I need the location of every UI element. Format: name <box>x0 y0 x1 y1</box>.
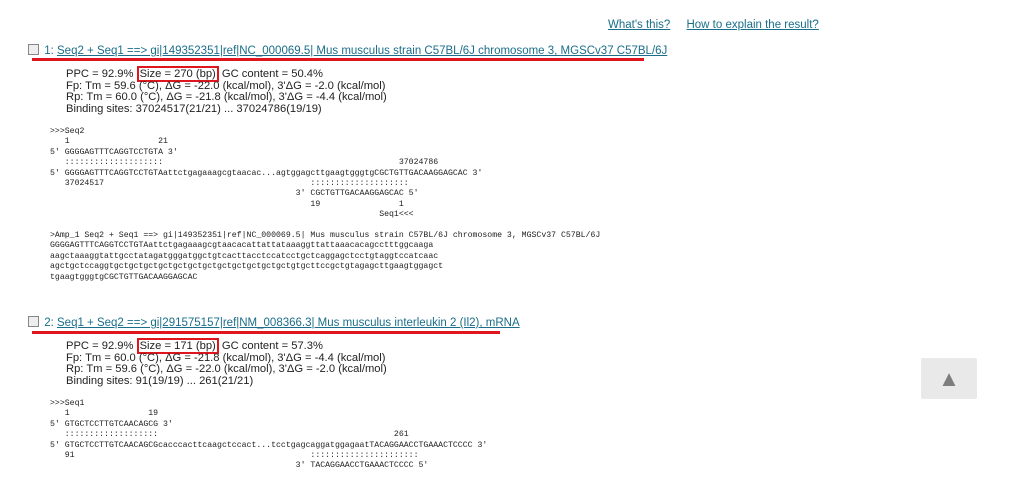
result-1-highlight-underline <box>32 58 644 61</box>
result-2-alignment: >>>Seq1 1 19 5' GTGCTCCTTGTCAACAGCG 3' :… <box>50 399 488 471</box>
result-2-rp: Rp: Tm = 59.6 (°C), ΔG = -22.0 (kcal/mol… <box>66 363 387 375</box>
result-2-summary-line: PPC = 92.9% Size = 171 (bp) GC content =… <box>66 338 520 354</box>
result-2-ppc: PPC = 92.9% <box>66 340 134 352</box>
result-1-number: 1: <box>44 45 54 57</box>
result-2-gc: GC content = 57.3% <box>221 340 323 352</box>
result-2-stats: PPC = 92.9% Size = 171 (bp) GC content =… <box>66 338 520 387</box>
result-2: 2: Seq1 + Seq2 ==> gi|291575157|ref|NM_0… <box>28 316 520 472</box>
result-1-ppc: PPC = 92.9% <box>66 68 134 80</box>
result-1-rp: Rp: Tm = 60.0 (°C), ΔG = -21.8 (kcal/mol… <box>66 91 387 103</box>
result-1-gc: GC content = 50.4% <box>221 68 323 80</box>
result-1-alignment: >>>Seq2 1 21 5' GGGGAGTTTCAGGTCCTGTA 3' … <box>50 127 601 282</box>
up-arrow-icon: ▲ <box>938 365 960 391</box>
result-2-header: 2: Seq1 + Seq2 ==> gi|291575157|ref|NM_0… <box>28 316 520 334</box>
result-2-title-link[interactable]: Seq1 + Seq2 ==> gi|291575157|ref|NM_0083… <box>57 317 520 329</box>
result-2-checkbox[interactable] <box>28 316 39 327</box>
result-1-stats: PPC = 92.9% Size = 270 (bp) GC content =… <box>66 66 667 115</box>
result-1-summary-line: PPC = 92.9% Size = 270 (bp) GC content =… <box>66 66 667 82</box>
top-links: What's this? How to explain the result? <box>608 19 832 31</box>
result-1-binding-sites: Binding sites: 37024517(21/21) ... 37024… <box>66 102 322 115</box>
result-1-checkbox[interactable] <box>28 44 39 55</box>
result-1-header: 1: Seq2 + Seq1 ==> gi|149352351|ref|NC_0… <box>28 44 667 61</box>
result-2-highlight-underline <box>32 331 500 334</box>
whats-this-link[interactable]: What's this? <box>608 19 670 31</box>
scroll-to-top-button[interactable]: ▲ <box>921 358 977 399</box>
result-1-title-link[interactable]: Seq2 + Seq1 ==> gi|149352351|ref|NC_0000… <box>57 45 667 57</box>
how-to-explain-link[interactable]: How to explain the result? <box>686 19 818 31</box>
result-1: 1: Seq2 + Seq1 ==> gi|149352351|ref|NC_0… <box>28 44 667 283</box>
result-2-binding-sites: Binding sites: 91(19/19) ... 261(21/21) <box>66 374 254 387</box>
result-2-number: 2: <box>44 317 54 329</box>
